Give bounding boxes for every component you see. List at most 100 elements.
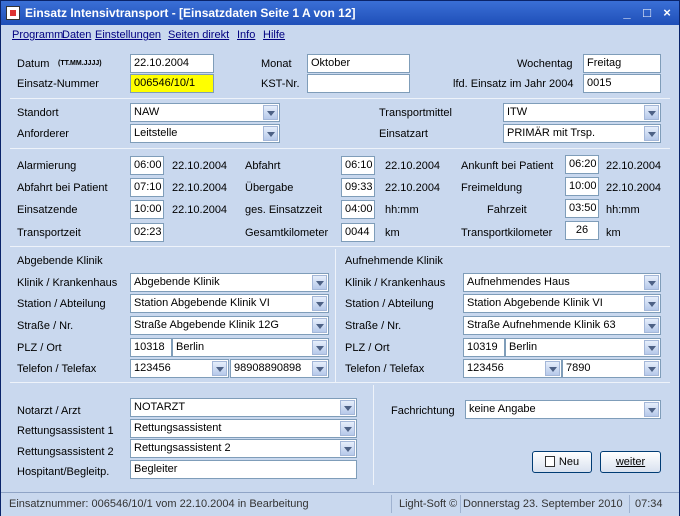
app-icon: [6, 6, 20, 20]
fahrzeit-field[interactable]: 03:50: [565, 199, 599, 218]
standort-label: Standort: [17, 107, 59, 119]
menu-hilfe[interactable]: Hilfe: [263, 29, 285, 41]
abgebende-plz-label: PLZ / Ort: [17, 342, 62, 354]
aufnehmende-station-value: Station Abgebende Klinik VI: [467, 297, 603, 309]
new-document-icon: [544, 456, 555, 467]
ra2-select[interactable]: Rettungsassistent 2: [130, 439, 357, 458]
monat-field[interactable]: Oktober: [307, 54, 410, 73]
aufnehmende-strasse-select[interactable]: Straße Aufnehmende Klinik 63: [463, 316, 661, 335]
status-pane-divider: [391, 495, 392, 513]
chevron-down-icon[interactable]: [340, 421, 355, 436]
standort-select[interactable]: NAW: [130, 103, 280, 122]
aufnehmende-telefon-select[interactable]: 123456: [463, 359, 562, 378]
abgebende-telefon-select[interactable]: 123456: [130, 359, 229, 378]
uebergabe-field[interactable]: 09:33: [341, 178, 375, 197]
uebergabe-label: Übergabe: [245, 182, 294, 194]
chevron-down-icon[interactable]: [312, 340, 327, 355]
abfahrt-date: 22.10.2004: [385, 160, 441, 172]
aufnehmende-plz-label: PLZ / Ort: [345, 342, 390, 354]
chevron-down-icon[interactable]: [312, 275, 327, 290]
aufnehmende-ort-select[interactable]: Berlin: [505, 338, 661, 357]
freimeldung-field[interactable]: 10:00: [565, 177, 599, 196]
abfahrt-patient-field[interactable]: 07:10: [130, 178, 164, 197]
minimize-button[interactable]: _: [618, 5, 636, 21]
chevron-down-icon[interactable]: [644, 126, 659, 141]
alarmierung-date: 22.10.2004: [172, 160, 228, 172]
transportmittel-label: Transportmittel: [379, 107, 452, 119]
abgebende-strasse-select[interactable]: Straße Abgebende Klinik 12G: [130, 316, 329, 335]
abfahrt-field[interactable]: 06:10: [341, 156, 375, 175]
menu-daten[interactable]: Daten: [62, 29, 91, 41]
abgebende-klinik-select[interactable]: Abgebende Klinik: [130, 273, 329, 292]
ra1-select[interactable]: Rettungsassistent: [130, 419, 357, 438]
chevron-down-icon[interactable]: [545, 361, 560, 376]
chevron-down-icon[interactable]: [312, 318, 327, 333]
abgebende-ort-select[interactable]: Berlin: [172, 338, 329, 357]
chevron-down-icon[interactable]: [644, 296, 659, 311]
restore-button[interactable]: □: [638, 5, 656, 21]
close-button[interactable]: ×: [658, 5, 676, 21]
weiter-button[interactable]: weiter: [600, 451, 661, 473]
transportmittel-select[interactable]: ITW: [503, 103, 661, 122]
einsatzart-select[interactable]: PRIMÄR mit Trsp.: [503, 124, 661, 143]
menu-seiten-direkt[interactable]: Seiten direkt: [168, 29, 229, 41]
einsatz-nummer-label: Einsatz-Nummer: [17, 78, 99, 90]
ges-einsatzzeit-field[interactable]: 04:00: [341, 200, 375, 219]
datum-field[interactable]: 22.10.2004: [130, 54, 214, 73]
alarmierung-label: Alarmierung: [17, 160, 77, 172]
wochentag-field[interactable]: Freitag: [583, 54, 661, 73]
abgebende-telefax-select[interactable]: 98908890898: [230, 359, 329, 378]
notarzt-select[interactable]: NOTARZT: [130, 398, 357, 417]
einsatzende-label: Einsatzende: [17, 204, 78, 216]
anforderer-label: Anforderer: [17, 128, 69, 140]
chevron-down-icon[interactable]: [340, 400, 355, 415]
aufnehmende-station-select[interactable]: Station Abgebende Klinik VI: [463, 294, 661, 313]
divider: [10, 246, 670, 247]
aufnehmende-klinik-value: Aufnehmendes Haus: [467, 276, 570, 288]
chevron-down-icon[interactable]: [644, 105, 659, 120]
fachrichtung-label: Fachrichtung: [391, 405, 455, 417]
transportkilometer-field[interactable]: 26: [565, 221, 599, 240]
aufnehmende-klinik-select[interactable]: Aufnehmendes Haus: [463, 273, 661, 292]
title-bar[interactable]: Einsatz Intensivtransport - [Einsatzdate…: [1, 1, 679, 25]
transportzeit-field[interactable]: 02:23: [130, 223, 164, 242]
chevron-down-icon[interactable]: [644, 361, 659, 376]
menu-einstellungen[interactable]: Einstellungen: [95, 29, 161, 41]
abgebende-plz-field[interactable]: 10318: [130, 338, 172, 357]
chevron-down-icon[interactable]: [312, 361, 327, 376]
fachrichtung-select[interactable]: keine Angabe: [465, 400, 661, 419]
chevron-down-icon[interactable]: [644, 318, 659, 333]
neu-button[interactable]: Neu: [532, 451, 592, 473]
window-title: Einsatz Intensivtransport - [Einsatzdate…: [25, 6, 356, 20]
aufnehmende-plz-field[interactable]: 10319: [463, 338, 505, 357]
abgebende-station-select[interactable]: Station Abgebende Klinik VI: [130, 294, 329, 313]
alarmierung-field[interactable]: 06:00: [130, 156, 164, 175]
chevron-down-icon[interactable]: [212, 361, 227, 376]
chevron-down-icon[interactable]: [644, 275, 659, 290]
lfd-einsatz-field[interactable]: 0015: [583, 74, 661, 93]
chevron-down-icon[interactable]: [340, 441, 355, 456]
kst-field[interactable]: [307, 74, 410, 93]
einsatz-nummer-field[interactable]: 006546/10/1: [130, 74, 214, 93]
status-bar: Einsatznummer: 006546/10/1 vom 22.10.200…: [1, 492, 679, 516]
chevron-down-icon[interactable]: [263, 105, 278, 120]
ankunft-field[interactable]: 06:20: [565, 155, 599, 174]
chevron-down-icon[interactable]: [263, 126, 278, 141]
transportmittel-value: ITW: [507, 106, 528, 118]
einsatzende-field[interactable]: 10:00: [130, 200, 164, 219]
abgebende-station-value: Station Abgebende Klinik VI: [134, 297, 270, 309]
gesamtkilometer-field[interactable]: 0044: [341, 223, 375, 242]
menu-info[interactable]: Info: [237, 29, 255, 41]
anforderer-select[interactable]: Leitstelle: [130, 124, 280, 143]
menu-programm[interactable]: Programm: [12, 29, 63, 41]
chevron-down-icon[interactable]: [312, 296, 327, 311]
chevron-down-icon[interactable]: [644, 340, 659, 355]
fachrichtung-value: keine Angabe: [469, 403, 536, 415]
ra2-label: Rettungsassistent 2: [17, 446, 114, 458]
chevron-down-icon[interactable]: [644, 402, 659, 417]
aufnehmende-telefax-select[interactable]: 7890: [562, 359, 661, 378]
ges-einsatzzeit-label: ges. Einsatzzeit: [245, 204, 323, 216]
ra1-label: Rettungsassistent 1: [17, 425, 114, 437]
hospitant-field[interactable]: Begleiter: [130, 460, 357, 479]
divider: [10, 148, 670, 149]
